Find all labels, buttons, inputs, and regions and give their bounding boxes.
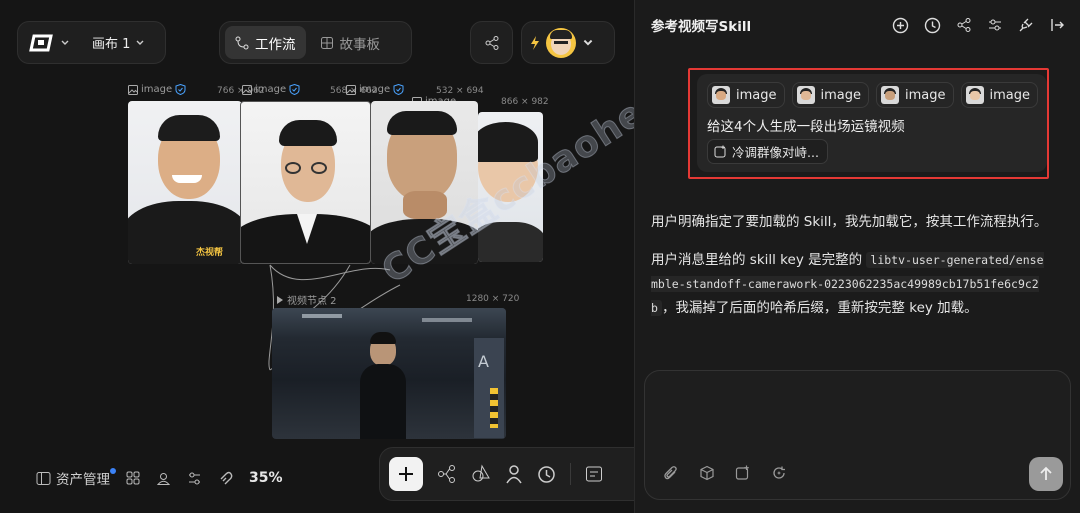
user-message-text: 给这4个人生成一段出场运镜视频 — [707, 119, 905, 135]
notification-dot — [110, 468, 116, 474]
assistant-paragraph-1: 用户明确指定了要加载的 Skill，我先加载它，按其工作流程执行。 — [651, 214, 1048, 230]
send-button[interactable] — [1029, 457, 1063, 491]
node-label-text: image — [359, 84, 391, 95]
adjust-icon[interactable] — [187, 471, 202, 486]
verified-icon — [289, 84, 300, 95]
node-dimensions: 866 × 982 — [501, 97, 549, 107]
person-thumbnail — [712, 86, 730, 104]
assistant-message: 用户明确指定了要加载的 Skill，我先加载它，按其工作流程执行。 用户消息里给… — [651, 211, 1049, 336]
chat-input-box[interactable] — [644, 370, 1071, 500]
image-icon — [346, 84, 356, 95]
skill-add-icon[interactable] — [735, 465, 751, 481]
person-thumbnail — [796, 86, 815, 104]
shirt-caption: 杰视帮 — [196, 248, 224, 258]
play-icon — [276, 295, 284, 304]
user-message: image image image image 给这4个人生成一段出场运镜视频 … — [697, 74, 1047, 172]
cube-icon[interactable] — [699, 465, 715, 481]
image-chip-row: image image image image — [707, 82, 1038, 108]
node-label-text: image — [141, 84, 173, 95]
bottom-left-toolbar: 资产管理 35% — [36, 466, 283, 490]
creation-toolbar — [379, 447, 634, 501]
add-node-button[interactable] — [389, 457, 423, 491]
video-node-dimensions: 1280 × 720 — [466, 294, 520, 304]
refresh-sparkle-icon[interactable] — [771, 465, 787, 481]
video-node-label-text: 视频节点 2 — [287, 296, 337, 307]
image-chip[interactable]: image — [707, 82, 785, 108]
video-node[interactable]: A — [272, 308, 506, 439]
assets-label: 资产管理 — [56, 472, 110, 488]
assistant-text: ，我漏掉了后面的哈希后缀，重新按完整 key 加载。 — [661, 299, 978, 316]
history-icon[interactable] — [537, 465, 556, 484]
image-chip[interactable]: image — [960, 82, 1038, 108]
image-chip-label: image — [736, 87, 777, 103]
image-node-2[interactable] — [240, 101, 371, 264]
collapse-panel-icon[interactable] — [1049, 17, 1065, 33]
zoom-level[interactable]: 35% — [249, 470, 283, 486]
verified-icon — [393, 84, 404, 95]
plug-icon[interactable] — [1018, 17, 1034, 33]
image-chip-label: image — [989, 87, 1031, 103]
panel-title: 参考视频写Skill — [651, 19, 752, 35]
assets-button[interactable]: 资产管理 — [36, 468, 116, 488]
chat-panel: 参考视频写Skill image image image image 给这4个人… — [634, 0, 1080, 513]
skill-chip[interactable]: 冷调群像对峙... — [707, 139, 828, 164]
verified-icon — [175, 84, 186, 95]
image-chip-label: image — [820, 87, 862, 103]
user-icon[interactable] — [505, 464, 523, 484]
skill-icon — [714, 145, 727, 158]
history-icon[interactable] — [924, 17, 941, 34]
node-dimensions: 532 × 694 — [436, 86, 484, 96]
grid-icon[interactable] — [126, 471, 140, 485]
image-icon — [128, 84, 138, 95]
share-icon[interactable] — [956, 17, 972, 33]
arrow-up-icon — [1038, 466, 1054, 482]
new-chat-icon[interactable] — [892, 17, 909, 34]
workflow-canvas[interactable]: 画布 1 工作流 故事板 image 766 × 962 image 568 ×… — [0, 0, 634, 513]
panel-header: 参考视频写Skill — [651, 14, 1065, 36]
sidebar-icon — [36, 471, 51, 486]
node-label: image — [242, 84, 300, 95]
magnet-icon[interactable] — [218, 471, 233, 486]
image-chip-label: image — [905, 87, 946, 103]
image-chip[interactable]: image — [876, 82, 954, 108]
person-thumbnail — [881, 86, 899, 104]
shapes-icon[interactable] — [471, 464, 491, 484]
image-icon — [242, 84, 252, 95]
video-node-label: 视频节点 2 — [276, 292, 337, 307]
settings-sliders-icon[interactable] — [987, 17, 1003, 33]
attachment-icon[interactable] — [663, 465, 679, 481]
image-node-1[interactable]: 杰视帮 — [128, 101, 242, 264]
node-label-text: image — [255, 84, 287, 95]
chat-input[interactable] — [657, 381, 1061, 455]
person-thumbnail — [965, 86, 984, 104]
image-chip[interactable]: image — [791, 82, 869, 108]
skill-chip-label: 冷调群像对峙... — [732, 145, 819, 160]
node-label: image — [346, 84, 404, 95]
node-label: image — [128, 84, 186, 95]
toolbar-divider — [570, 463, 571, 485]
assistant-text: 用户消息里给的 skill key 是完整的 — [651, 252, 863, 269]
plus-icon — [397, 465, 415, 483]
workflow-nodes-icon[interactable] — [437, 464, 457, 484]
storyboard-icon[interactable] — [585, 465, 603, 483]
person-badge-icon[interactable] — [156, 471, 171, 486]
assistant-paragraph-2: 用户消息里给的 skill key 是完整的 libtv-user-genera… — [651, 249, 1049, 320]
